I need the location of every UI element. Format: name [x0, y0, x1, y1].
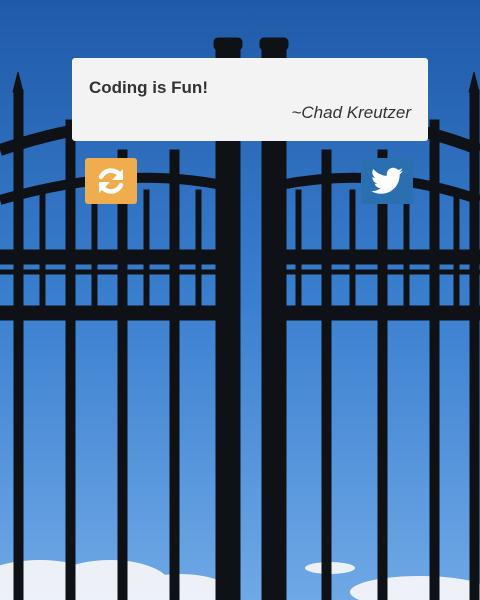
quote-author: ~Chad Kreutzer [291, 103, 411, 122]
twitter-icon [371, 167, 403, 194]
quote-text: Coding is Fun! [89, 78, 208, 97]
quote-card: Coding is Fun! ~Chad Kreutzer [72, 58, 428, 141]
new-quote-button[interactable] [85, 158, 137, 204]
tweet-button[interactable] [361, 158, 413, 204]
refresh-icon [98, 168, 124, 194]
